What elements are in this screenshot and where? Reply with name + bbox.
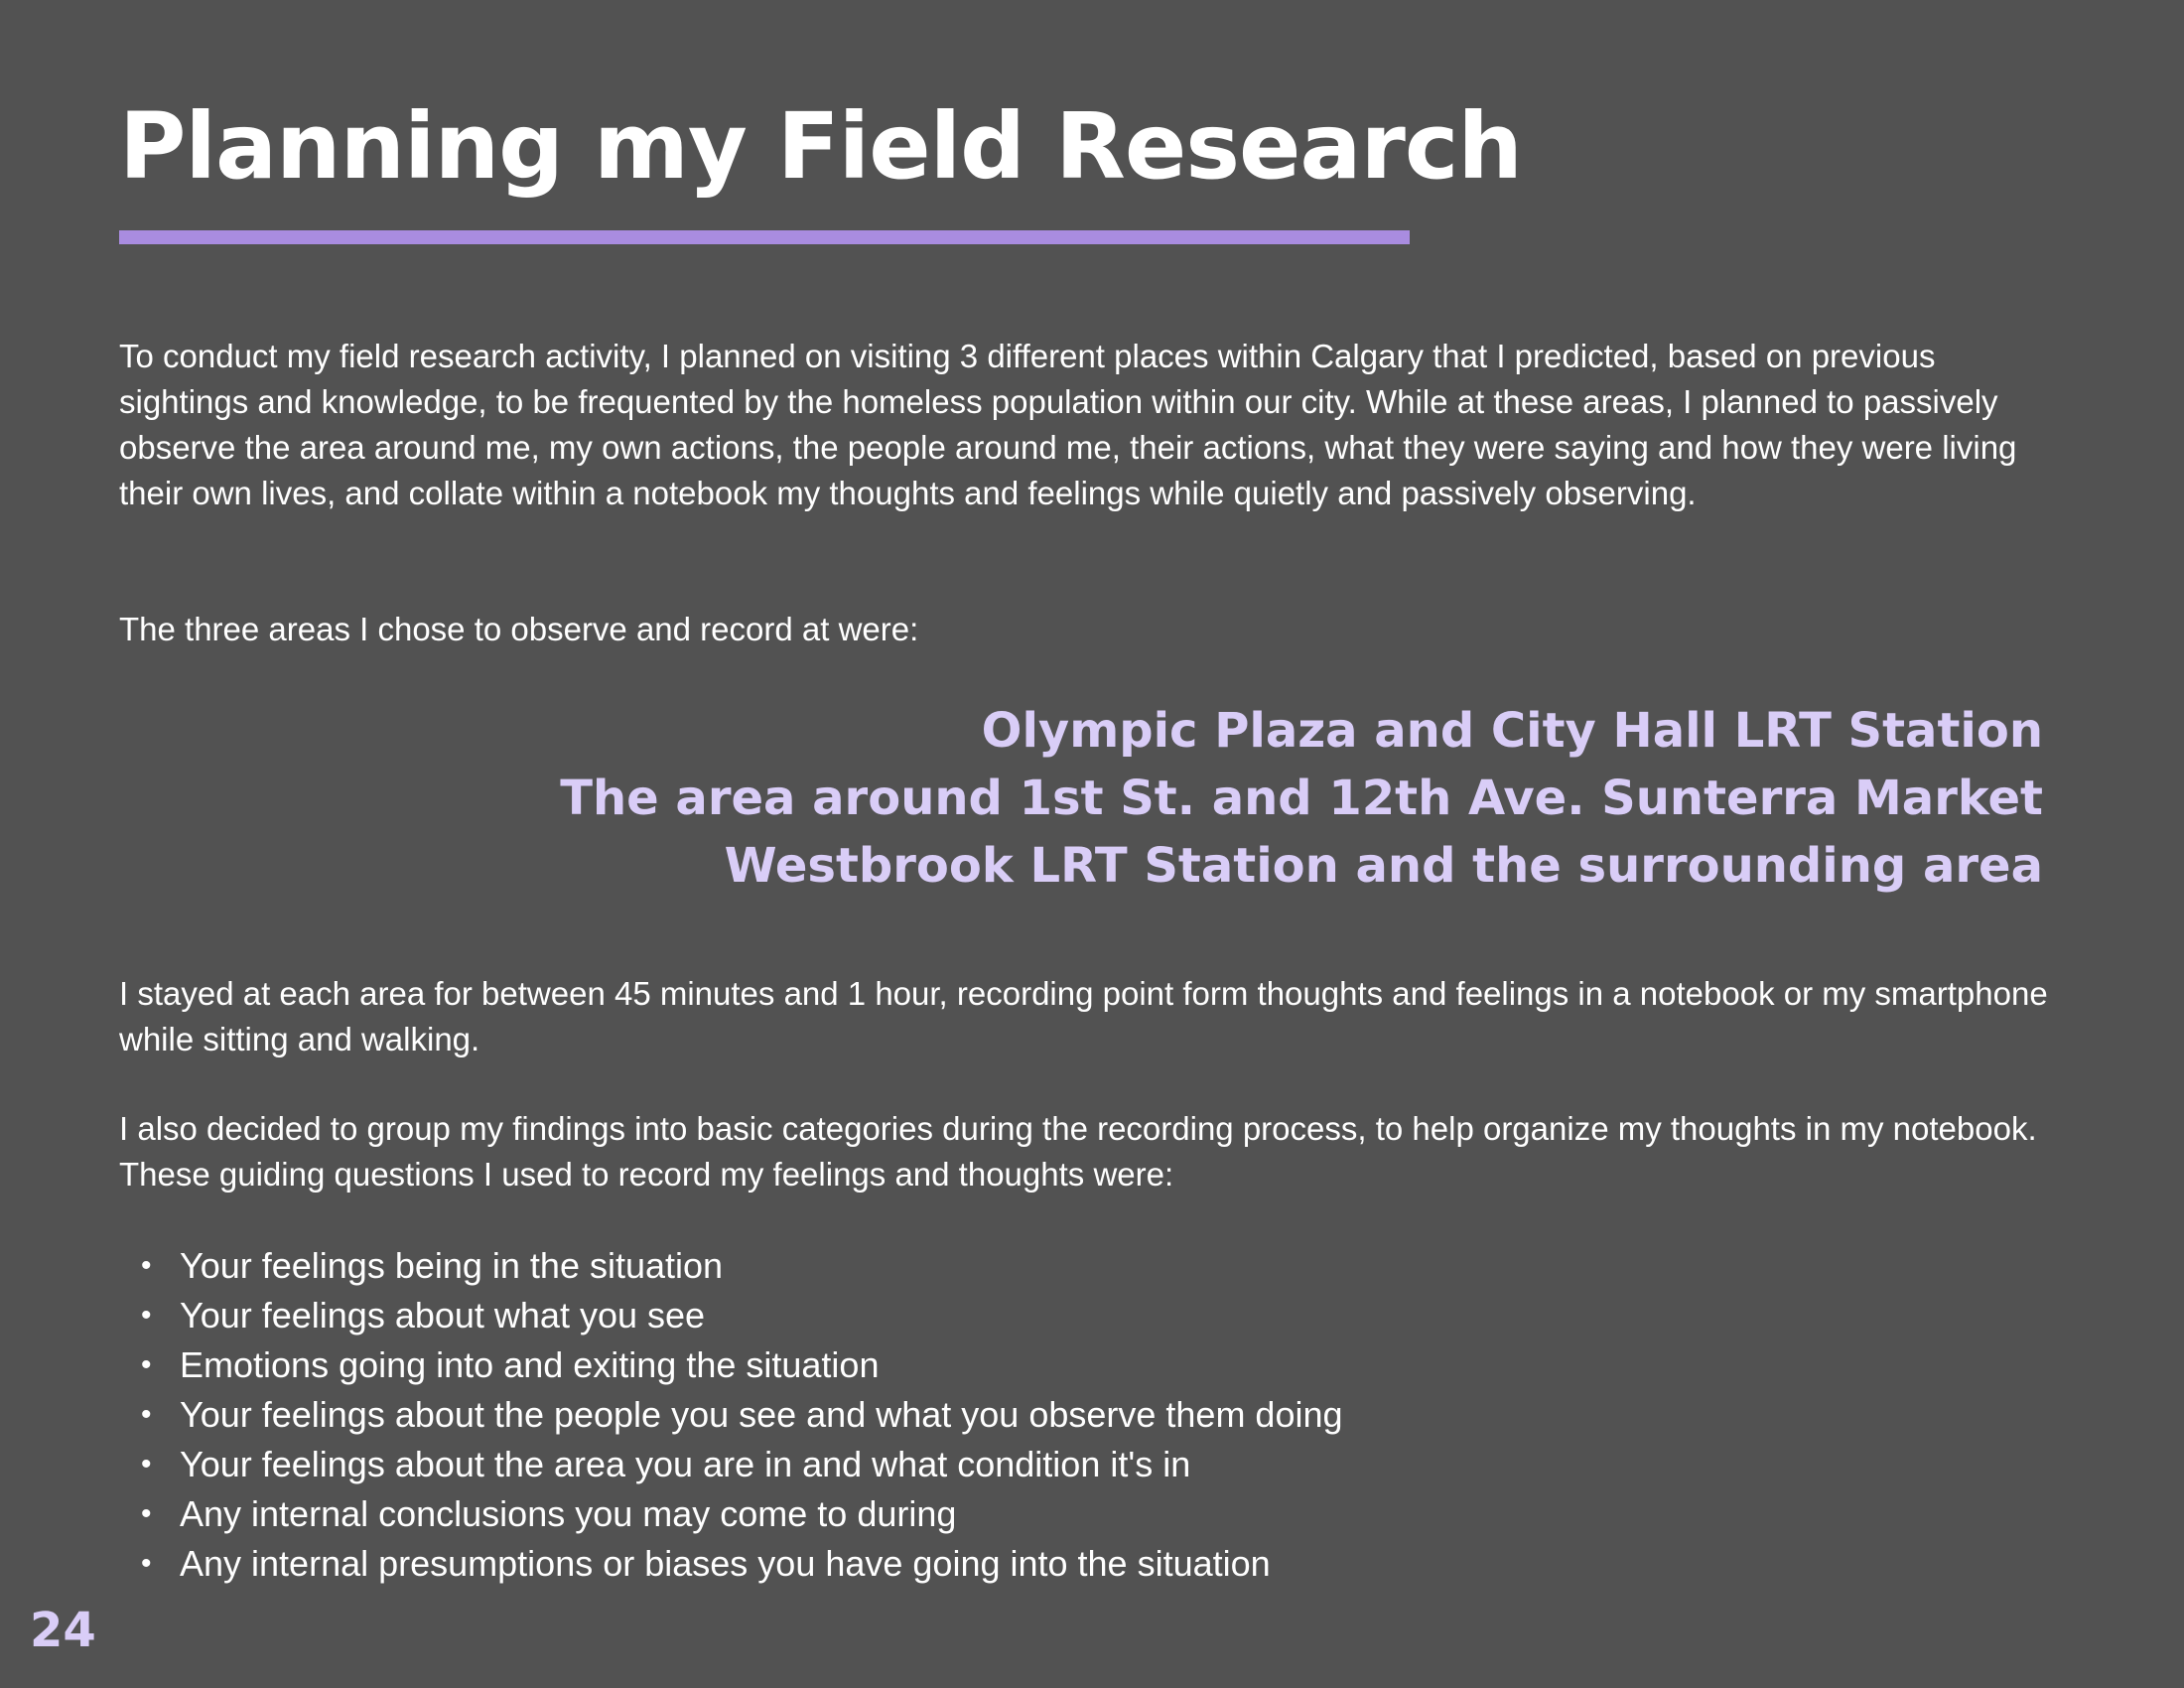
list-item: Your feelings about the people you see a… (119, 1390, 1343, 1440)
guiding-questions-list: Your feelings being in the situation You… (119, 1241, 1343, 1589)
location-item: Olympic Plaza and City Hall LRT Station (981, 703, 2043, 759)
list-item: Any internal conclusions you may come to… (119, 1489, 1343, 1539)
location-item: The area around 1st St. and 12th Ave. Su… (560, 771, 2043, 826)
page-number: 24 (30, 1603, 96, 1658)
duration-paragraph: I stayed at each area for between 45 min… (119, 975, 2048, 1057)
list-item: Emotions going into and exiting the situ… (119, 1340, 1343, 1390)
list-item: Any internal presumptions or biases you … (119, 1539, 1343, 1589)
list-item: Your feelings about the area you are in … (119, 1440, 1343, 1489)
intro-paragraph: To conduct my field research activity, I… (119, 338, 2017, 511)
list-item: Your feelings about what you see (119, 1291, 1343, 1340)
areas-intro-paragraph: The three areas I chose to observe and r… (119, 611, 919, 647)
location-item: Westbrook LRT Station and the surroundin… (724, 838, 2043, 894)
categories-paragraph: I also decided to group my findings into… (119, 1110, 2037, 1193)
list-item: Your feelings being in the situation (119, 1241, 1343, 1291)
title-underline (119, 230, 1410, 244)
page-title: Planning my Field Research (119, 93, 1523, 200)
locations-list: Olympic Plaza and City Hall LRT Station … (560, 697, 2043, 900)
